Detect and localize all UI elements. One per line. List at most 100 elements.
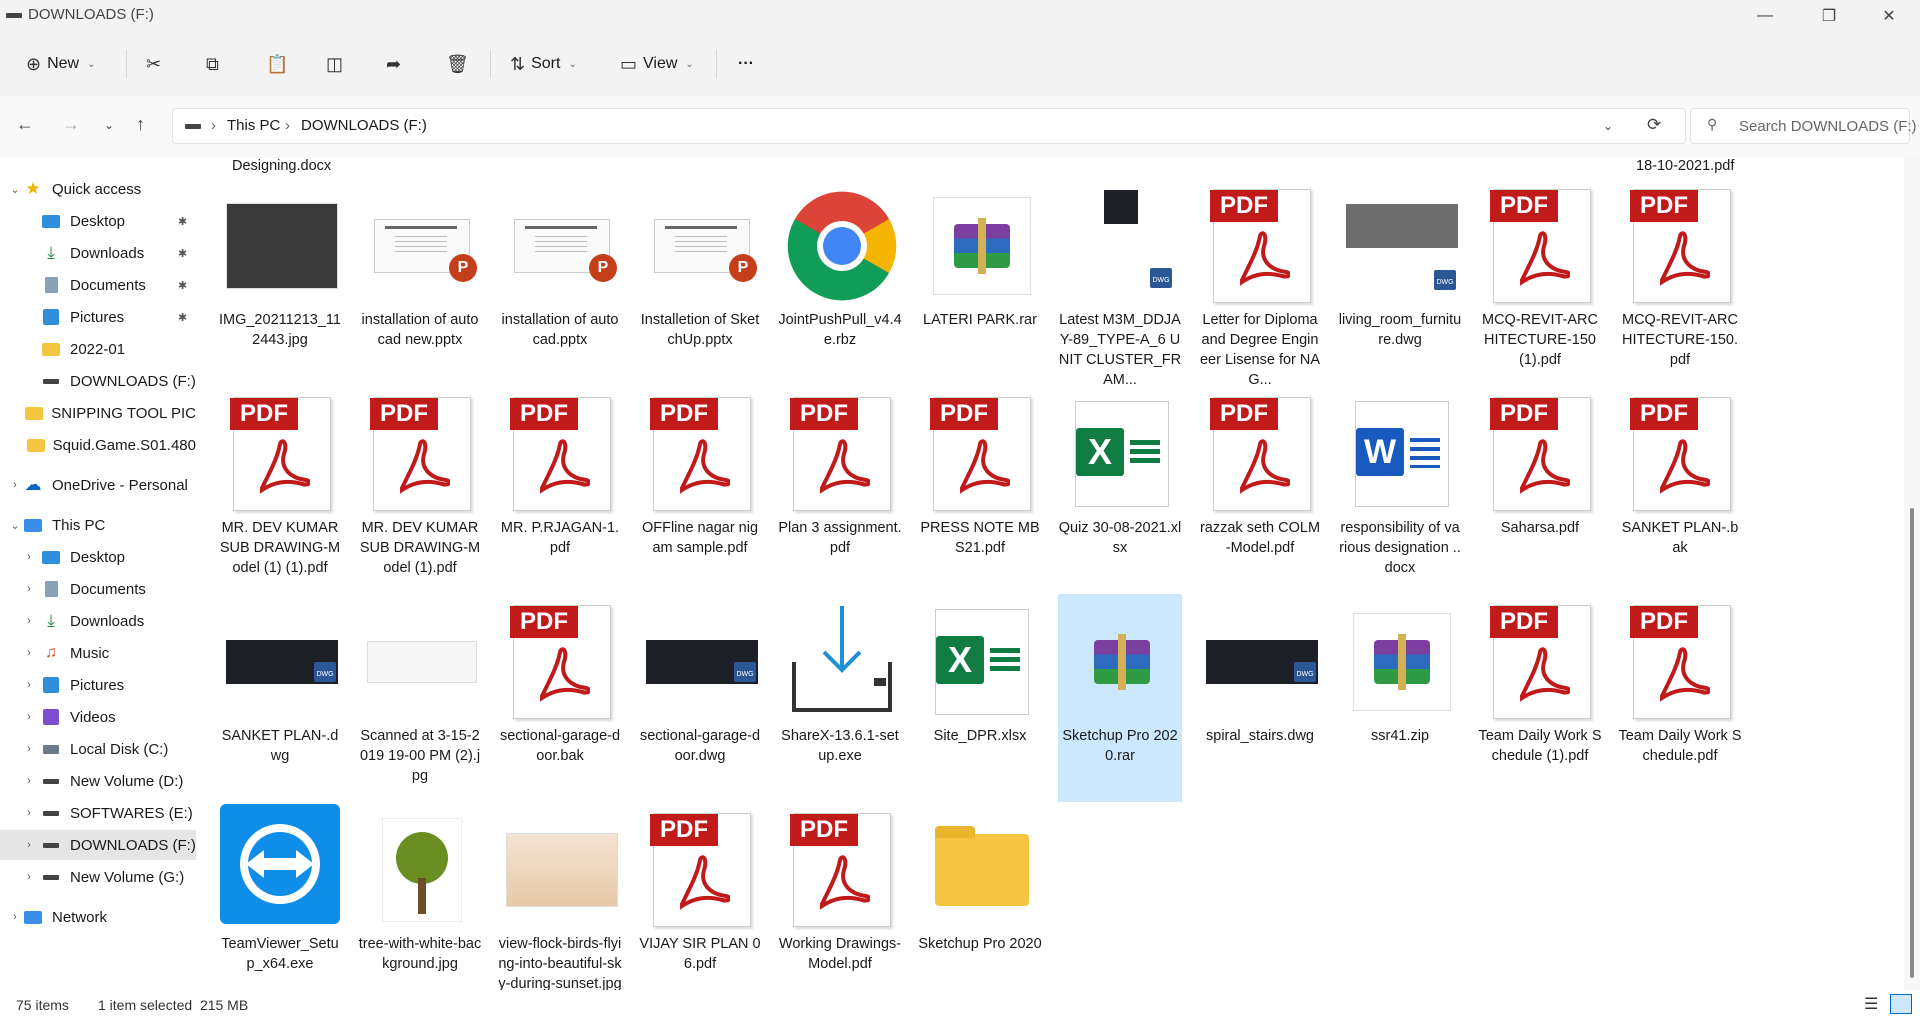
sidebar-item-pc-music[interactable]: › ♫ Music xyxy=(0,638,196,668)
sidebar-item-new-volume-d[interactable]: › New Volume (D:) xyxy=(0,766,196,796)
breadcrumb-this-pc[interactable]: This PC xyxy=(227,117,280,134)
forward-button[interactable]: → xyxy=(62,114,80,135)
file-item[interactable]: PDF razzak seth COLM -Model.pdf xyxy=(1198,386,1322,594)
search-box[interactable]: ⚲ Search DOWNLOADS (F:) xyxy=(1690,108,1917,144)
chevron-right-icon[interactable]: › xyxy=(22,807,36,819)
file-item[interactable]: PDF MCQ-REVIT-ARCHITECTURE-150 (1).pdf xyxy=(1478,178,1602,386)
new-button[interactable]: ⊕ New ⌄ xyxy=(26,50,96,78)
sidebar-item-desktop[interactable]: Desktop ✱ xyxy=(0,206,196,236)
scrollbar-thumb[interactable] xyxy=(1910,508,1914,978)
folder-item[interactable]: Sketchup Pro 2020 xyxy=(918,802,1042,990)
up-button[interactable]: ↑ xyxy=(136,114,145,135)
file-item[interactable]: TeamViewer_Setup_x64.exe xyxy=(218,802,342,990)
file-item[interactable]: Wresponsibility of various designation .… xyxy=(1338,386,1462,594)
chevron-right-icon[interactable]: › xyxy=(22,551,36,563)
sidebar-item-pictures[interactable]: Pictures ✱ xyxy=(0,302,196,332)
file-item[interactable]: DWG SANKET PLAN-.dwg xyxy=(218,594,342,802)
file-item[interactable]: P Installetion of SketchUp.pptx xyxy=(638,178,762,386)
cut-button[interactable]: ✂ xyxy=(146,50,161,78)
chevron-right-icon[interactable]: › xyxy=(8,479,22,491)
address-bar[interactable]: › This PC › DOWNLOADS (F:) ⌄ ⟳ xyxy=(172,108,1686,144)
sidebar-this-pc[interactable]: ⌄ This PC xyxy=(0,510,196,540)
sidebar-network[interactable]: › Network xyxy=(0,902,196,932)
file-item[interactable]: PDF Saharsa.pdf xyxy=(1478,386,1602,594)
sidebar-item-pc-videos[interactable]: › Videos xyxy=(0,702,196,732)
sidebar-item-softwares-e[interactable]: › SOFTWARES (E:) xyxy=(0,798,196,828)
file-item[interactable]: PDF MCQ-REVIT-ARCHITECTURE-150.pdf xyxy=(1618,178,1742,386)
paste-button[interactable]: 📋 xyxy=(266,50,288,78)
file-item[interactable]: ShareX-13.6.1-setup.exe xyxy=(778,594,902,802)
file-item[interactable]: view-flock-birds-flying-into-beautiful-s… xyxy=(498,802,622,990)
breadcrumb-downloads[interactable]: DOWNLOADS (F:) xyxy=(301,117,427,134)
chevron-down-icon[interactable]: ⌄ xyxy=(1603,119,1613,133)
sidebar-onedrive[interactable]: › ☁ OneDrive - Personal xyxy=(0,470,196,500)
large-icons-view-icon[interactable] xyxy=(1890,994,1912,1014)
close-button[interactable]: ✕ xyxy=(1866,0,1912,32)
sidebar-item-snipping-tool-pic[interactable]: SNIPPING TOOL PIC xyxy=(0,398,196,428)
chevron-right-icon[interactable]: › xyxy=(22,743,36,755)
back-button[interactable]: ← xyxy=(16,114,34,135)
share-button[interactable]: ➦ xyxy=(386,50,401,78)
file-item[interactable]: DWG living_room_furniture.dwg xyxy=(1338,178,1462,386)
recent-locations-button[interactable]: ⌄ xyxy=(104,118,114,132)
file-item[interactable]: PDF Plan 3 assignment.pdf xyxy=(778,386,902,594)
pin-icon[interactable]: ✱ xyxy=(178,215,187,228)
file-item[interactable]: PDF SANKET PLAN-.bak xyxy=(1618,386,1742,594)
view-button[interactable]: ▭ View ⌄ xyxy=(620,50,694,78)
sidebar-quick-access[interactable]: ⌄ ★ Quick access xyxy=(0,174,196,204)
sidebar-item-documents[interactable]: Documents ✱ xyxy=(0,270,196,300)
file-item[interactable]: Pinstallation of autocad new.pptx xyxy=(358,178,482,386)
file-item[interactable]: PDF VIJAY SIR PLAN 06.pdf xyxy=(638,802,762,990)
sidebar-item-2022-01[interactable]: 2022-01 xyxy=(0,334,196,364)
file-item[interactable]: PDF Letter for Diploma and Degree Enginee… xyxy=(1198,178,1322,388)
file-item[interactable]: X Site_DPR.xlsx xyxy=(918,594,1042,802)
sidebar-item-squid-game[interactable]: Squid.Game.S01.480 xyxy=(0,430,196,460)
file-item[interactable]: IMG_20211213_112443.jpg xyxy=(218,178,342,386)
chevron-right-icon[interactable]: › xyxy=(22,647,36,659)
minimize-button[interactable]: — xyxy=(1742,0,1788,32)
chevron-right-icon[interactable]: › xyxy=(22,711,36,723)
chevron-right-icon[interactable]: › xyxy=(22,839,36,851)
copy-button[interactable]: ⧉ xyxy=(206,50,219,78)
file-item[interactable]: DWG spiral_stairs.dwg xyxy=(1198,594,1322,802)
sidebar-item-pc-downloads[interactable]: › ⤓ Downloads xyxy=(0,606,196,636)
sidebar-item-pc-pictures[interactable]: › Pictures xyxy=(0,670,196,700)
sidebar-item-pc-documents[interactable]: › Documents xyxy=(0,574,196,604)
file-item[interactable]: DWG sectional-garage-door.dwg xyxy=(638,594,762,802)
file-item[interactable]: LATERI PARK.rar xyxy=(918,178,1042,386)
chevron-right-icon[interactable]: › xyxy=(22,775,36,787)
sidebar-item-downloads-f[interactable]: DOWNLOADS (F:) xyxy=(0,366,196,396)
file-item[interactable]: PDF Working Drawings-Model.pdf xyxy=(778,802,902,990)
chevron-right-icon[interactable]: › xyxy=(22,871,36,883)
file-item[interactable]: JointPushPull_v4.4e.rbz xyxy=(778,178,902,386)
refresh-icon[interactable]: ⟳ xyxy=(1647,115,1661,135)
search-input[interactable]: Search DOWNLOADS (F:) xyxy=(1739,118,1917,135)
pin-icon[interactable]: ✱ xyxy=(178,279,187,292)
file-item[interactable]: PDF MR. DEV KUMAR SUB DRAWING-Model (1).p… xyxy=(358,386,482,594)
sidebar-item-downloads-f-selected[interactable]: › DOWNLOADS (F:) xyxy=(0,830,196,860)
file-item[interactable]: Sketchup Pro 2020.rar xyxy=(1058,594,1182,802)
file-item[interactable]: X Quiz 30-08-2021.xlsx xyxy=(1058,386,1182,594)
chevron-right-icon[interactable]: › xyxy=(22,583,36,595)
file-item[interactable]: PDF Team Daily Work Schedule.pdf xyxy=(1618,594,1742,802)
file-item[interactable]: PDF Team Daily Work Schedule (1).pdf xyxy=(1478,594,1602,802)
file-item[interactable]: PDF PRESS NOTE MBS21.pdf xyxy=(918,386,1042,594)
file-item[interactable]: PDF OFFline nagar nigam sample.pdf xyxy=(638,386,762,594)
vertical-scrollbar[interactable] xyxy=(1904,158,1920,990)
file-item[interactable]: PDF MR. DEV KUMAR SUB DRAWING-Model (1) (… xyxy=(218,386,342,594)
file-item[interactable]: Pinstallation of autocad.pptx xyxy=(498,178,622,386)
pin-icon[interactable]: ✱ xyxy=(178,247,187,260)
file-item[interactable]: PDF sectional-garage-door.bak xyxy=(498,594,622,802)
pin-icon[interactable]: ✱ xyxy=(178,311,187,324)
details-view-icon[interactable]: ☰ xyxy=(1864,994,1878,1014)
chevron-right-icon[interactable]: › xyxy=(22,615,36,627)
sort-button[interactable]: ⇅ Sort ⌄ xyxy=(510,50,577,78)
file-item[interactable]: Scanned at 3-15-2019 19-00 PM (2).jpg xyxy=(358,594,482,802)
rename-button[interactable]: ◫ xyxy=(326,50,343,78)
file-item[interactable]: tree-with-white-background.jpg xyxy=(358,802,482,990)
file-item[interactable]: ssr41.zip xyxy=(1338,594,1462,802)
chevron-down-icon[interactable]: ⌄ xyxy=(8,519,22,532)
more-options-button[interactable]: ··· xyxy=(738,50,754,78)
delete-button[interactable]: 🗑 xyxy=(446,50,469,78)
file-item[interactable]: DWG Latest M3M_DDJAY-89_TYPE-A_6 UNIT CLU… xyxy=(1058,178,1182,388)
